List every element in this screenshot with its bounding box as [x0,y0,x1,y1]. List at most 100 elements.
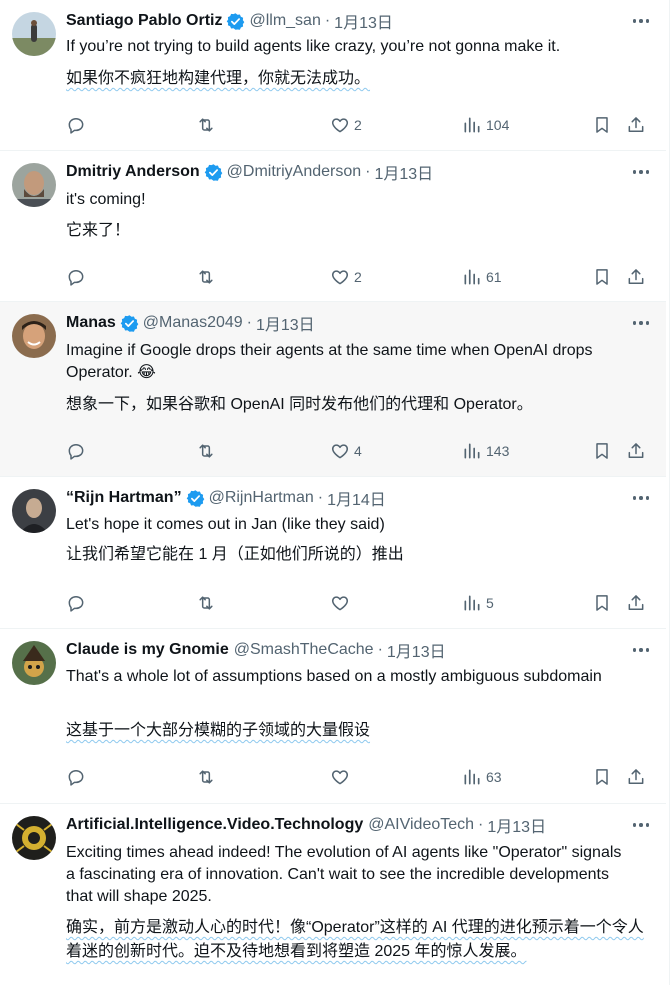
avatar[interactable] [12,163,56,207]
reply-button[interactable] [66,591,86,615]
like-button[interactable]: 2 [330,113,362,137]
bookmark-button[interactable] [592,591,612,615]
separator-dot: · [317,489,324,506]
bookmark-button[interactable] [592,765,612,789]
views-count: 104 [486,117,510,133]
bookmark-button[interactable] [592,265,612,289]
reply-button[interactable] [66,439,86,463]
views-icon [464,269,480,285]
author-name[interactable]: Santiago Pablo Ortiz [66,12,222,30]
avatar[interactable] [12,641,56,685]
retweet-button[interactable] [196,113,216,137]
tweet-text: it's coming! [66,191,146,208]
author-handle[interactable]: @DmitriyAnderson [227,163,362,181]
retweet-button[interactable] [196,765,216,789]
avatar[interactable] [12,12,56,56]
verified-badge-icon [120,314,139,332]
author-name[interactable]: Artificial.Intelligence.Video.Technology [66,816,363,834]
timestamp[interactable]: 1月13日 [387,638,446,662]
like-icon [331,770,349,785]
reply-button[interactable] [66,765,86,789]
author-name[interactable]: “Rijn Hartman” [66,489,182,507]
views-icon [464,443,480,459]
translation-text: 如果你不疯狂地构建代理，你就无法成功。 [66,70,371,87]
bookmark-button[interactable] [592,439,612,463]
bookmark-button[interactable] [592,113,612,137]
more-icon[interactable] [630,314,652,332]
share-button[interactable] [626,439,646,463]
author-handle[interactable]: @AIVideoTech [368,816,474,834]
share-button[interactable] [626,265,646,289]
timestamp[interactable]: 1月13日 [256,311,315,335]
more-icon[interactable] [630,12,652,30]
bookmark-icon [596,117,608,133]
views-count: 143 [486,443,510,459]
views-button[interactable]: 5 [462,591,494,615]
more-icon[interactable] [630,489,652,507]
timestamp[interactable]: 1月13日 [374,160,433,184]
tweet-text: Imagine if Google drops their agents at … [66,342,593,381]
views-button[interactable]: 143 [462,439,509,463]
timestamp[interactable]: 1月14日 [327,486,386,510]
like-count: 4 [354,443,362,459]
reply-icon [68,770,84,786]
more-icon[interactable] [630,163,652,181]
retweet-button[interactable] [196,439,216,463]
views-button[interactable]: 61 [462,265,502,289]
tweet-header: “Rijn Hartman” @RijnHartman · 1月14日 [66,487,626,509]
translation-text: 它来了！ [66,222,131,239]
like-button[interactable] [330,765,354,789]
views-count: 5 [486,595,494,611]
like-icon [331,444,349,459]
views-button[interactable]: 104 [462,113,509,137]
share-button[interactable] [626,591,646,615]
retweet-button[interactable] [196,591,216,615]
author-handle[interactable]: @SmashTheCache [234,641,374,659]
tweet-header: Artificial.Intelligence.Video.Technology… [66,814,626,836]
author-handle[interactable]: @Manas2049 [143,314,243,332]
verified-badge-icon [186,489,204,507]
bookmark-icon [596,269,608,285]
like-button[interactable]: 4 [330,439,362,463]
author-handle[interactable]: @RijnHartman [209,489,314,507]
share-button[interactable] [626,113,646,137]
tweet-claude-gnomie[interactable]: Claude is my Gnomie @SmashTheCache · 1月1… [0,629,666,804]
reply-icon [68,444,84,460]
views-button[interactable]: 63 [462,765,502,789]
avatar[interactable] [12,489,56,533]
tweet-manas[interactable]: Manas @Manas2049 · 1月13日 Imagine if Goog… [0,302,666,477]
more-icon[interactable] [630,641,652,659]
like-icon [331,270,349,285]
translation-text: 确实，前方是激动人心的时代！像“Operator”这样的 AI 代理的进化预示着… [66,919,644,960]
timestamp[interactable]: 1月13日 [334,9,393,33]
bookmark-icon [596,443,608,459]
retweet-button[interactable] [196,265,216,289]
like-button[interactable] [330,591,354,615]
action-bar: 2 61 [66,265,646,289]
tweet-rijn[interactable]: “Rijn Hartman” @RijnHartman · 1月14日 Let'… [0,477,666,629]
retweet-icon [199,444,213,458]
more-icon[interactable] [630,816,652,834]
avatar[interactable] [12,314,56,358]
verified-badge-icon [204,163,222,181]
author-name[interactable]: Claude is my Gnomie [66,641,229,659]
tweet-santiago[interactable]: Santiago Pablo Ortiz @llm_san · 1月13日 If… [0,0,666,151]
like-button[interactable]: 2 [330,265,362,289]
tweet-header: Manas @Manas2049 · 1月13日 [66,312,626,334]
retweet-icon [199,596,213,610]
tweet-header: Claude is my Gnomie @SmashTheCache · 1月1… [66,639,626,661]
tweet-aivideotech[interactable]: Artificial.Intelligence.Video.Technology… [0,804,666,985]
action-bar: 63 [66,765,646,789]
share-button[interactable] [626,765,646,789]
reply-button[interactable] [66,113,86,137]
author-handle[interactable]: @llm_san [249,12,320,30]
avatar[interactable] [12,816,56,860]
tweet-dmitriy[interactable]: Dmitriy Anderson @DmitriyAnderson · 1月13… [0,151,666,302]
author-name[interactable]: Manas [66,314,116,332]
reply-button[interactable] [66,265,86,289]
share-icon [628,443,644,458]
author-name[interactable]: Dmitriy Anderson [66,163,200,181]
retweet-icon [199,118,213,132]
like-count: 2 [354,269,362,285]
timestamp[interactable]: 1月13日 [487,813,546,837]
